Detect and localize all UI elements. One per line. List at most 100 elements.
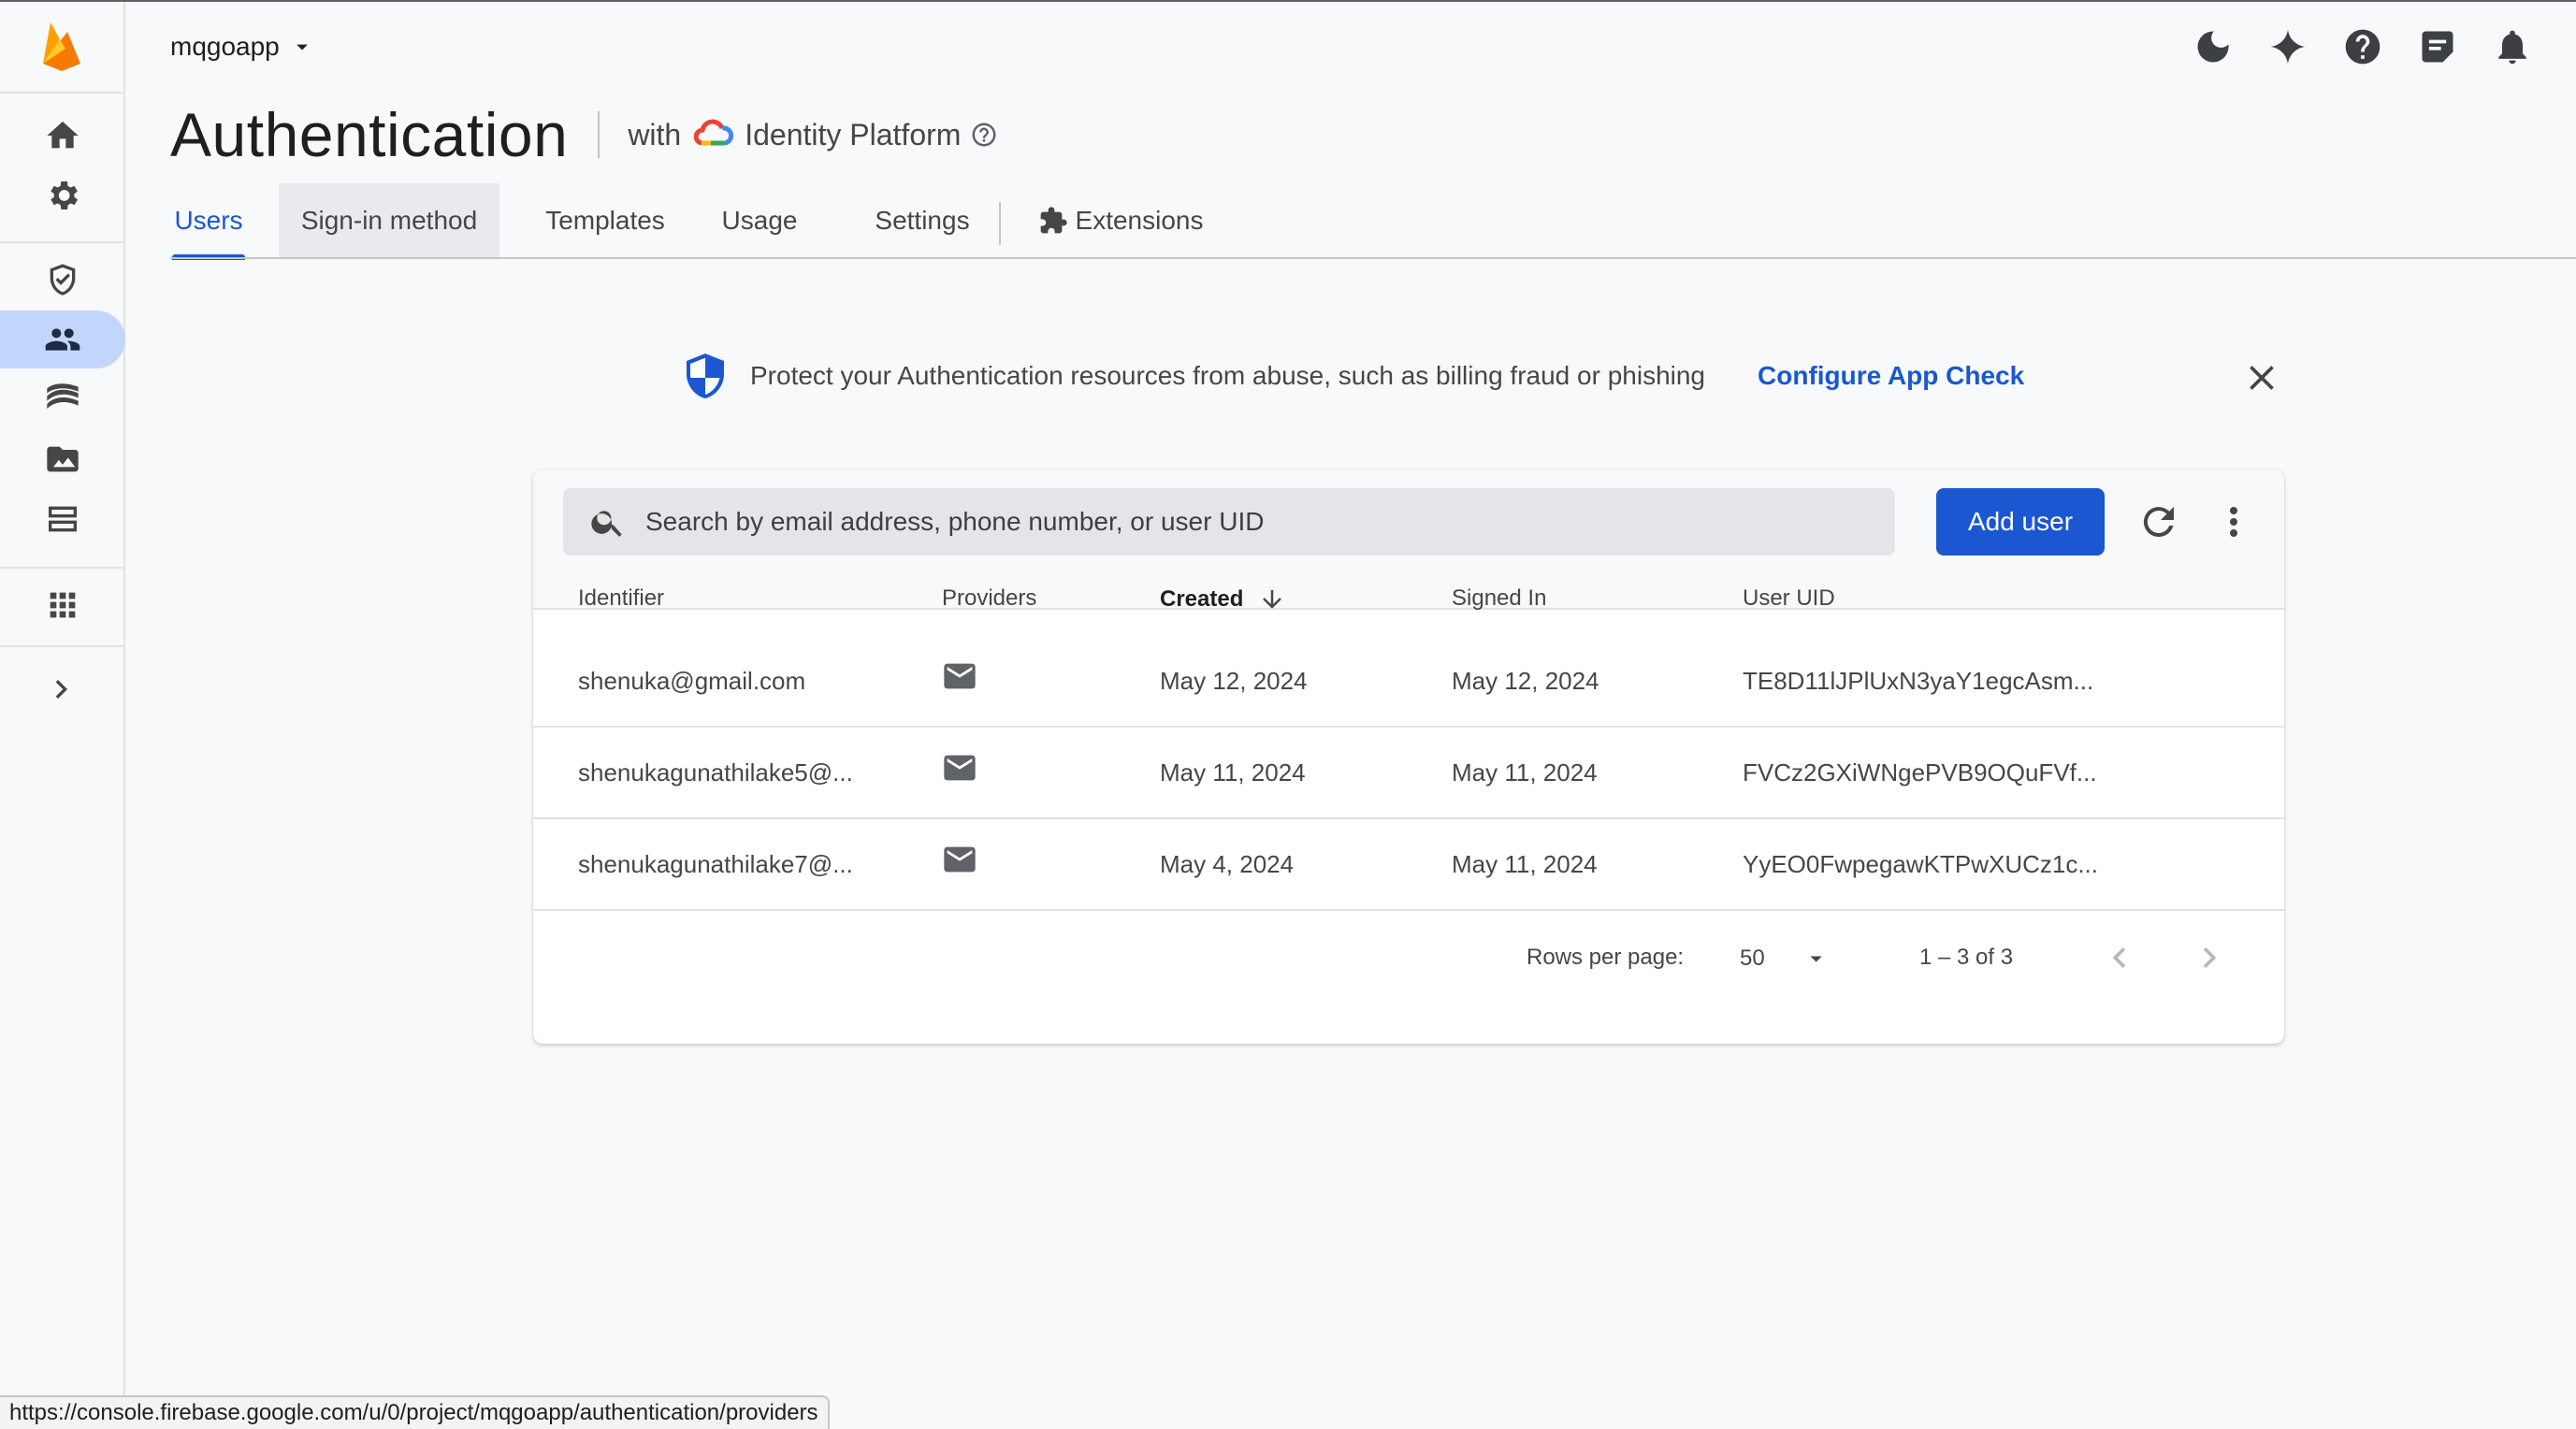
search-input[interactable] bbox=[645, 507, 1861, 537]
database-waves-icon bbox=[47, 383, 79, 409]
home-icon bbox=[47, 122, 79, 149]
rail-divider bbox=[0, 92, 123, 94]
gemini-button[interactable] bbox=[2262, 21, 2314, 73]
pagination-range: 1 – 3 of 3 bbox=[1919, 945, 2014, 970]
page-title: Authentication bbox=[170, 100, 569, 169]
nav-app-check[interactable] bbox=[0, 251, 125, 309]
nav-project-settings[interactable] bbox=[0, 166, 125, 224]
previous-page-button[interactable] bbox=[2099, 937, 2140, 978]
dark-mode-icon bbox=[2197, 31, 2229, 63]
cell-user-uid: YyEO0FwpegawKTPwXUCz1c... bbox=[1743, 849, 2099, 878]
help-icon bbox=[2345, 29, 2381, 65]
search-box[interactable] bbox=[563, 488, 1895, 556]
people-icon bbox=[45, 328, 80, 351]
cell-identifier: shenuka@gmail.com bbox=[578, 666, 806, 695]
expand-nav-button[interactable] bbox=[0, 660, 125, 718]
page-header: Authentication with Identity Platform bbox=[170, 97, 998, 172]
tab-users[interactable]: Users bbox=[170, 183, 247, 260]
project-selector[interactable]: mqgoapp bbox=[170, 28, 315, 65]
cell-identifier: shenukagunathilake5@... bbox=[578, 758, 853, 787]
cell-created: May 4, 2024 bbox=[1160, 849, 1295, 878]
tab-sign-in-method[interactable]: Sign-in method bbox=[279, 183, 499, 258]
close-icon bbox=[2250, 366, 2274, 390]
gear-icon bbox=[51, 181, 78, 209]
tab-divider bbox=[999, 202, 1001, 245]
apps-grid-icon bbox=[50, 592, 76, 618]
column-header-providers: Providers bbox=[942, 585, 1037, 611]
more-options-button[interactable] bbox=[2211, 499, 2256, 544]
nav-firestore[interactable] bbox=[0, 490, 125, 548]
add-user-button[interactable]: Add user bbox=[1936, 488, 2105, 556]
left-nav-rail bbox=[0, 2, 125, 1429]
email-icon bbox=[944, 846, 976, 873]
help-outline-icon[interactable] bbox=[970, 121, 998, 149]
search-icon bbox=[591, 511, 622, 537]
dismiss-banner-button[interactable] bbox=[2241, 357, 2282, 398]
server-icon bbox=[49, 506, 77, 532]
column-header-identifier[interactable]: Identifier bbox=[578, 585, 664, 612]
rows-per-page-value: 50 bbox=[1740, 945, 1765, 971]
rail-divider bbox=[0, 645, 123, 647]
shield-check-icon bbox=[50, 264, 76, 296]
sort-arrow-down-icon bbox=[1263, 590, 1282, 609]
email-icon bbox=[944, 755, 976, 781]
notifications-button[interactable] bbox=[2486, 21, 2539, 73]
cell-provider bbox=[941, 728, 978, 817]
cell-signed-in: May 11, 2024 bbox=[1452, 849, 1598, 878]
nav-authentication[interactable] bbox=[0, 310, 125, 368]
title-divider bbox=[598, 111, 601, 158]
table-row[interactable]: shenukagunathilake7@... May 4, 2024 May … bbox=[533, 819, 2284, 911]
feedback-icon bbox=[2422, 31, 2453, 63]
cell-user-uid: FVCz2GXiWNgePVB9OQuFVf... bbox=[1743, 758, 2097, 787]
cell-signed-in: May 12, 2024 bbox=[1452, 666, 1599, 695]
photo-folder-icon bbox=[47, 446, 79, 472]
firebase-logo-icon[interactable] bbox=[39, 19, 84, 73]
tab-templates[interactable]: Templates bbox=[535, 183, 675, 258]
chevron-left-icon bbox=[2112, 947, 2126, 968]
banner-text: Protect your Authentication resources fr… bbox=[750, 361, 1706, 390]
help-button[interactable] bbox=[2337, 21, 2389, 73]
shield-icon bbox=[687, 354, 724, 398]
cell-identifier: shenukagunathilake7@... bbox=[578, 849, 853, 878]
feedback-button[interactable] bbox=[2411, 21, 2464, 73]
rows-per-page-select[interactable]: 50 bbox=[1740, 935, 1830, 982]
nav-realtime-database[interactable] bbox=[0, 370, 125, 428]
refresh-button[interactable] bbox=[2136, 499, 2181, 544]
browser-status-url: https://console.firebase.google.com/u/0/… bbox=[0, 1395, 830, 1429]
tab-usage[interactable]: Usage bbox=[711, 183, 808, 258]
cell-provider bbox=[941, 636, 978, 726]
gemini-sparkle-icon bbox=[2270, 29, 2306, 65]
next-page-button[interactable] bbox=[2189, 937, 2230, 978]
column-header-created[interactable]: Created bbox=[1160, 585, 1286, 613]
table-pagination: Rows per page: 50 1 – 3 of 3 bbox=[533, 917, 2284, 1001]
more-vert-icon bbox=[2230, 507, 2237, 537]
rail-divider bbox=[0, 241, 123, 243]
table-row[interactable]: shenuka@gmail.com May 12, 2024 May 12, 2… bbox=[533, 636, 2284, 728]
with-label: with bbox=[628, 117, 682, 152]
chevron-right-icon bbox=[55, 680, 67, 699]
configure-app-check-link[interactable]: Configure App Check bbox=[1758, 361, 2024, 391]
cell-created: May 12, 2024 bbox=[1160, 666, 1308, 695]
app-check-banner: Protect your Authentication resources fr… bbox=[683, 352, 2292, 400]
rail-divider bbox=[0, 567, 123, 569]
cell-signed-in: May 11, 2024 bbox=[1452, 758, 1598, 787]
tab-settings[interactable]: Settings bbox=[864, 183, 980, 258]
window-top-border bbox=[0, 0, 2576, 2]
nav-all-products[interactable] bbox=[0, 576, 125, 634]
nav-storage[interactable] bbox=[0, 430, 125, 488]
nav-home[interactable] bbox=[0, 107, 125, 165]
users-table-card: Add user Identifier Providers Created Si… bbox=[533, 469, 2284, 1044]
column-header-user-uid[interactable]: User UID bbox=[1743, 585, 1835, 612]
refresh-icon bbox=[2143, 507, 2174, 538]
email-icon bbox=[944, 663, 976, 689]
chevron-right-icon bbox=[2203, 947, 2217, 968]
cell-provider bbox=[941, 819, 978, 909]
table-row[interactable]: shenukagunathilake5@... May 11, 2024 May… bbox=[533, 728, 2284, 819]
caret-down-icon bbox=[296, 44, 308, 51]
column-header-signed-in[interactable]: Signed In bbox=[1452, 585, 1546, 612]
identity-platform-label: Identity Platform bbox=[745, 117, 962, 152]
dark-mode-button[interactable] bbox=[2187, 21, 2239, 73]
caret-down-icon bbox=[1810, 956, 1822, 962]
notifications-icon bbox=[2498, 30, 2526, 65]
tab-extensions[interactable]: Extensions bbox=[1027, 183, 1214, 258]
